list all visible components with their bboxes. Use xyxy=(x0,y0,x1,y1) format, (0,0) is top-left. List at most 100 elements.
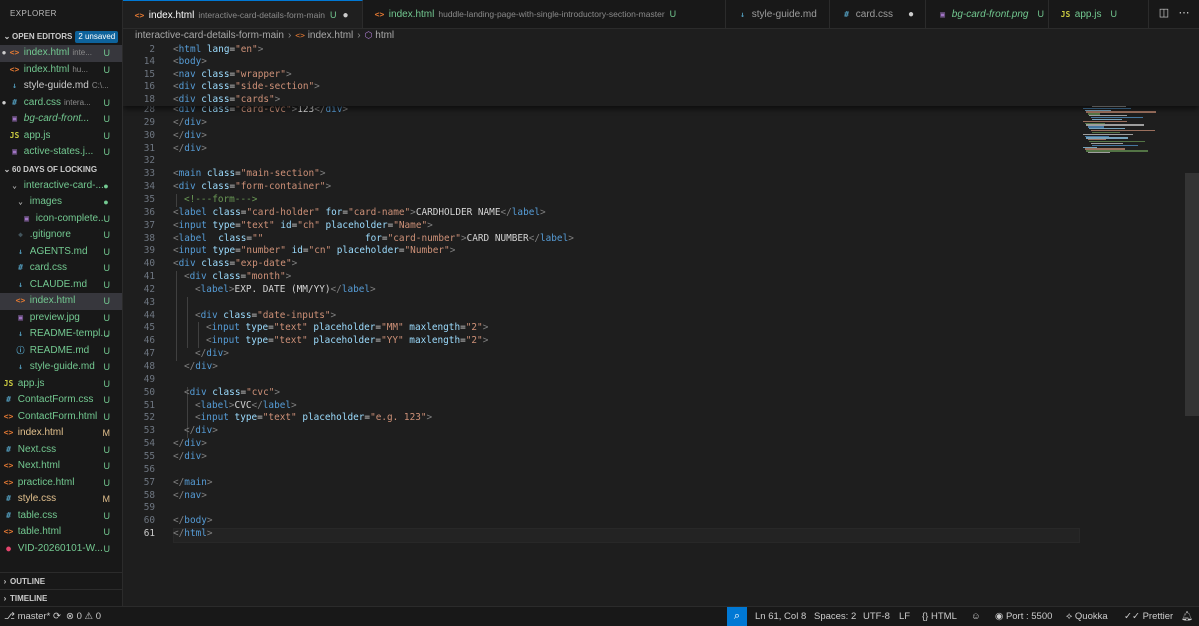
file-tree-item[interactable]: <> practice.html U xyxy=(0,475,122,492)
file-tree-item[interactable]: <> index.html M xyxy=(0,425,122,442)
file-tree-item[interactable]: ⌄ interactive-card-... ● xyxy=(0,178,122,195)
code-line[interactable]: 38 <label class="" for="card-number">CARD… xyxy=(123,233,574,246)
code-line[interactable]: 40 <div class="exp-date"> xyxy=(123,258,298,271)
code-line[interactable]: 35 <!---form---> xyxy=(123,194,258,207)
language-mode[interactable]: {} HTML xyxy=(922,607,957,626)
editor-tab[interactable]: ↓ style-guide.md xyxy=(726,0,830,28)
file-tree-item[interactable]: ▣ icon-complete... U xyxy=(0,211,122,228)
open-editor-item[interactable]: ▣ active-states.j... U xyxy=(0,144,122,161)
unsaved-dot-icon[interactable]: ● xyxy=(0,95,8,112)
code-line[interactable]: 37 <input type="text" id="ch" placeholder… xyxy=(123,220,433,233)
code-line[interactable]: 41 <div class="month"> xyxy=(123,271,292,284)
file-tree-item[interactable]: ↓ AGENTS.md U xyxy=(0,244,122,261)
open-editor-item[interactable]: JS app.js U xyxy=(0,128,122,145)
code-line[interactable]: 15 <nav class="wrapper"> xyxy=(123,69,292,82)
copilot-icon[interactable]: ☺ xyxy=(971,607,981,626)
code-line[interactable]: 52 <input type="text" placeholder="e.g. 1… xyxy=(123,412,432,425)
unsaved-dot-icon[interactable]: ● xyxy=(0,45,8,62)
sticky-scroll[interactable]: 2 <html lang="en"> 14 <body> 15 <nav class="w… xyxy=(123,43,1199,106)
code-line[interactable]: 49 xyxy=(123,374,155,387)
editor-tab[interactable]: # card.css ● xyxy=(830,0,926,28)
file-tree-item[interactable]: ⓘ README.md U xyxy=(0,343,122,360)
code-line[interactable]: 50 <div class="cvc"> xyxy=(123,387,280,400)
file-tree-item[interactable]: ▣ preview.jpg U xyxy=(0,310,122,327)
file-tree-item[interactable]: # card.css U xyxy=(0,260,122,277)
code-line[interactable]: 31 </div> xyxy=(123,143,207,156)
code-editor[interactable]: 2 <html lang="en"> 14 <body> 15 <nav class="w… xyxy=(123,43,1199,606)
file-tree-item[interactable]: ● VID-20260101-W... U xyxy=(0,541,122,558)
editor-tab[interactable]: JS app.js U xyxy=(1049,0,1149,28)
breadcrumb-symbol[interactable]: html xyxy=(375,30,394,41)
end-of-line[interactable]: LF xyxy=(899,607,910,626)
code-line[interactable]: 29 </div> xyxy=(123,117,207,130)
open-editor-item[interactable]: <> index.html hu... U xyxy=(0,62,122,79)
editor-tab[interactable]: ▣ bg-card-front.png U xyxy=(926,0,1049,28)
live-server-status[interactable]: ◉ Port : 5500 xyxy=(995,607,1052,626)
code-line[interactable]: 2 <html lang="en"> xyxy=(123,44,263,57)
code-line[interactable]: 57 </main> xyxy=(123,477,213,490)
code-line[interactable]: 43 xyxy=(123,297,155,310)
code-line[interactable]: 46 <input type="text" placeholder="YY" ma… xyxy=(123,335,489,348)
code-line[interactable]: 14 <body> xyxy=(123,56,207,69)
code-line[interactable]: 44 <div class="date-inputs"> xyxy=(123,310,336,323)
prettier-status[interactable]: ✓✓ Prettier xyxy=(1124,607,1173,626)
file-tree-item[interactable]: ↓ README-templ... U xyxy=(0,326,122,343)
split-editor-icon[interactable]: ◫ xyxy=(1157,6,1171,20)
indentation[interactable]: Spaces: 2 xyxy=(814,607,856,626)
outline-section[interactable]: › OUTLINE xyxy=(0,572,122,590)
code-line[interactable]: 45 <input type="text" placeholder="MM" ma… xyxy=(123,322,489,335)
file-tree-item[interactable]: ⌄ images ● xyxy=(0,194,122,211)
file-tree-item[interactable]: ◆ .gitignore U xyxy=(0,227,122,244)
more-actions-icon[interactable]: ⋯ xyxy=(1177,6,1191,20)
code-line[interactable]: 51 <label>CVC</label> xyxy=(123,400,297,413)
file-tree-item[interactable]: # table.css U xyxy=(0,508,122,525)
code-line[interactable]: 48 </div> xyxy=(123,361,218,374)
code-line[interactable]: 39 <input type="number" id="cn" placehold… xyxy=(123,245,456,258)
editor-tab[interactable]: <> index.html huddle-landing-page-with-si… xyxy=(363,0,726,28)
encoding[interactable]: UTF-8 xyxy=(863,607,890,626)
open-editor-item[interactable]: ● <> index.html inte... U xyxy=(0,45,122,62)
breadcrumb-file[interactable]: index.html xyxy=(308,30,354,41)
code-line[interactable]: 53 </div> xyxy=(123,425,218,438)
file-tree-item[interactable]: # style.css M xyxy=(0,491,122,508)
code-line[interactable]: 30 </div> xyxy=(123,130,207,143)
code-line[interactable]: 42 <label>EXP. DATE (MM/YY)</label> xyxy=(123,284,376,297)
unsaved-dot-icon[interactable]: ● xyxy=(342,10,348,21)
code-line[interactable]: 59 xyxy=(123,502,155,515)
file-tree-item[interactable]: ↓ style-guide.md U xyxy=(0,359,122,376)
code-line[interactable]: 36 <label class="card-holder" for="card-n… xyxy=(123,207,546,220)
open-editors-header[interactable]: ⌄ OPEN EDITORS 2 unsaved xyxy=(0,28,122,45)
vertical-scrollbar[interactable] xyxy=(1185,173,1199,416)
branch-status[interactable]: ⎇ master* ⟳ xyxy=(4,607,61,626)
code-line[interactable]: 16 <div class="side-section"> xyxy=(123,81,320,94)
code-line[interactable]: 34 <div class="form-container"> xyxy=(123,181,331,194)
breadcrumb-folder[interactable]: interactive-card-details-form-main xyxy=(135,30,284,41)
editor-tab[interactable]: <> index.html interactive-card-details-fo… xyxy=(123,0,363,28)
open-editor-item[interactable]: ▣ bg-card-front... U xyxy=(0,111,122,128)
file-tree-item[interactable]: # ContactForm.css U xyxy=(0,392,122,409)
open-editor-item[interactable]: ● # card.css intera... U xyxy=(0,95,122,112)
file-tree-item[interactable]: <> ContactForm.html U xyxy=(0,409,122,426)
file-tree-item[interactable]: <> Next.html U xyxy=(0,458,122,475)
file-tree-item[interactable]: <> table.html U xyxy=(0,524,122,541)
workspace-header[interactable]: ⌄ 60 DAYS OF LOCKING xyxy=(0,161,122,178)
cursor-position[interactable]: Ln 61, Col 8 xyxy=(755,607,806,626)
code-line[interactable]: 18 <div class="cards"> xyxy=(123,94,281,107)
problems-status[interactable]: ⊗ 0 ⚠ 0 xyxy=(66,607,101,626)
timeline-section[interactable]: › TIMELINE xyxy=(0,589,122,606)
code-line[interactable]: 33 <main class="main-section"> xyxy=(123,168,326,181)
notifications-bell-icon[interactable]: 🔔︎ xyxy=(1181,607,1193,626)
code-line[interactable]: 32 xyxy=(123,155,155,168)
code-line[interactable]: 56 xyxy=(123,464,155,477)
unsaved-dot-icon[interactable]: ● xyxy=(908,9,914,20)
minimap[interactable] xyxy=(1083,43,1183,606)
file-tree-item[interactable]: <> index.html U xyxy=(0,293,122,310)
file-tree-item[interactable]: ↓ CLAUDE.md U xyxy=(0,277,122,294)
open-editor-item[interactable]: ↓ style-guide.md C:\... xyxy=(0,78,122,95)
code-line[interactable]: 58 </nav> xyxy=(123,490,207,503)
code-line[interactable]: 61 </html> xyxy=(123,528,213,541)
code-line[interactable]: 55 </div> xyxy=(123,451,207,464)
code-line[interactable]: 47 </div> xyxy=(123,348,229,361)
file-tree-item[interactable]: # Next.css U xyxy=(0,442,122,459)
quokka-status[interactable]: ⟡ Quokka xyxy=(1066,607,1108,626)
